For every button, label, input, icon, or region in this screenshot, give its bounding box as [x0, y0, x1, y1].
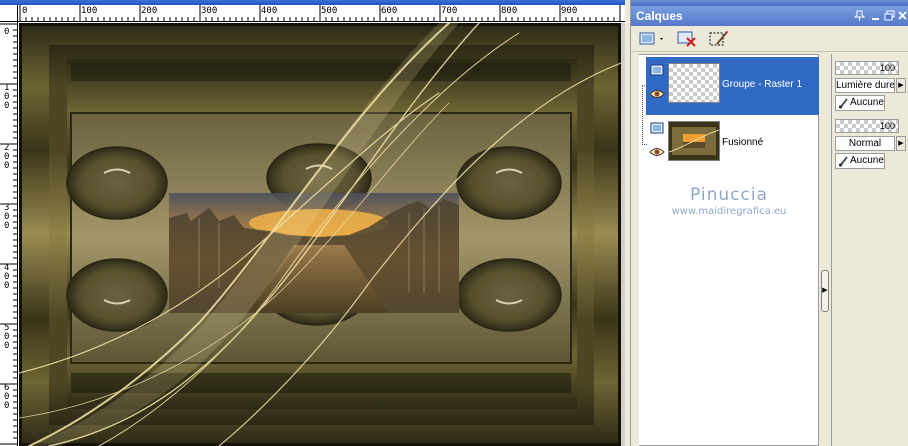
mask-value: Aucune	[850, 155, 884, 166]
restore-icon[interactable]	[883, 9, 896, 22]
layers-list[interactable]: Groupe - Raster 1 Fusionné Pinuccia www.…	[639, 54, 819, 446]
delete-layer-button[interactable]	[675, 28, 699, 50]
mask-field[interactable]: Aucune	[835, 95, 885, 111]
layer-thumbnail	[668, 121, 720, 161]
artwork-image	[19, 23, 621, 446]
ruler-top-label: 200	[141, 6, 158, 16]
expand-arrow-icon[interactable]: ▶	[821, 270, 829, 312]
ruler-corner	[0, 5, 18, 22]
layer-row-groupe-raster-1[interactable]: Groupe - Raster 1	[646, 57, 819, 115]
ruler-top-label: 900	[561, 6, 578, 16]
layer-properties-fusionne: 100 Normal ▶ Aucune	[833, 114, 908, 172]
ruler-left-label: 0	[4, 27, 10, 37]
ruler-top-label: 100	[81, 6, 98, 16]
ruler-left-label: 3 0 0	[4, 203, 10, 231]
opacity-value: 100	[879, 63, 895, 73]
ruler-top-label: 600	[381, 6, 398, 16]
watermark-url: www.maidiregrafica.eu	[671, 206, 787, 217]
ruler-top: 0 100 200 300 400 500 600 700 800 900	[18, 5, 625, 22]
artwork-canvas[interactable]	[19, 23, 621, 446]
delete-layer-icon	[677, 31, 696, 47]
blend-mode-dropdown-arrow[interactable]: ▶	[896, 78, 906, 93]
panel-splitter[interactable]: ▶	[819, 54, 831, 446]
visibility-eye-icon[interactable]	[649, 147, 665, 157]
blend-mode-select[interactable]: Lumière dure	[835, 78, 895, 93]
image-editor: 0 100 200 300 400 500 600 700 800 900 0 …	[0, 0, 625, 446]
ruler-left-label: 2 0 0	[4, 143, 10, 171]
opacity-value: 100	[879, 121, 895, 131]
ruler-left: 0 1 0 0 2 0 0 3 0 0 4 0 0 5 0 0 6 0 0	[0, 22, 18, 446]
raster-layer-icon	[650, 122, 664, 134]
ruler-left-label: 1 0 0	[4, 83, 10, 111]
ruler-top-label: 400	[261, 6, 278, 16]
brush-icon	[838, 156, 848, 167]
ruler-left-label: 6 0 0	[4, 383, 10, 411]
close-icon[interactable]	[896, 9, 908, 22]
ruler-top-label: 0	[22, 6, 28, 16]
layer-row-fusionne[interactable]: Fusionné	[646, 115, 819, 173]
layers-panel: Calques Groupe - Raster 1 Fusionné Pinuc…	[630, 0, 908, 446]
new-layer-icon	[639, 32, 663, 45]
ruler-top-label: 700	[441, 6, 458, 16]
blend-mode-dropdown-arrow[interactable]: ▶	[896, 136, 906, 151]
new-layer-button[interactable]	[637, 28, 667, 50]
layer-name: Fusionné	[722, 137, 764, 148]
watermark-name: Pinuccia	[690, 185, 768, 205]
layer-thumbnail	[668, 63, 720, 103]
ruler-top-label: 300	[201, 6, 218, 16]
blend-mode-select[interactable]: Normal	[835, 136, 895, 151]
pin-icon[interactable]	[853, 9, 866, 22]
ruler-left-label: 4 0 0	[4, 263, 10, 291]
layer-properties-groupe-raster-1: 100 Lumière dure ▶ Aucune	[833, 56, 908, 114]
layer-name: Groupe - Raster 1	[722, 79, 803, 90]
opacity-slider[interactable]: 100	[835, 61, 899, 75]
ruler-left-label: 5 0 0	[4, 323, 10, 351]
ruler-top-label: 800	[501, 6, 518, 16]
watermark: Pinuccia www.maidiregrafica.eu	[639, 185, 819, 217]
edit-mask-button[interactable]	[707, 28, 731, 50]
ruler-top-label: 500	[321, 6, 338, 16]
minimize-icon[interactable]	[869, 9, 882, 22]
vertical-scrollbar[interactable]	[621, 23, 625, 446]
opacity-slider[interactable]: 100	[835, 119, 899, 133]
mask-field[interactable]: Aucune	[835, 153, 885, 169]
mask-value: Aucune	[850, 97, 884, 108]
layer-properties: 100 Lumière dure ▶ Aucune 100 Normal ▶ A…	[831, 54, 908, 446]
brush-icon	[838, 98, 848, 109]
raster-layer-icon	[650, 64, 664, 76]
panel-title: Calques	[636, 9, 683, 23]
visibility-eye-icon[interactable]	[649, 89, 665, 99]
panel-header: Calques	[631, 6, 908, 26]
layers-toolbar	[631, 26, 908, 52]
edit-mask-icon	[709, 31, 728, 46]
